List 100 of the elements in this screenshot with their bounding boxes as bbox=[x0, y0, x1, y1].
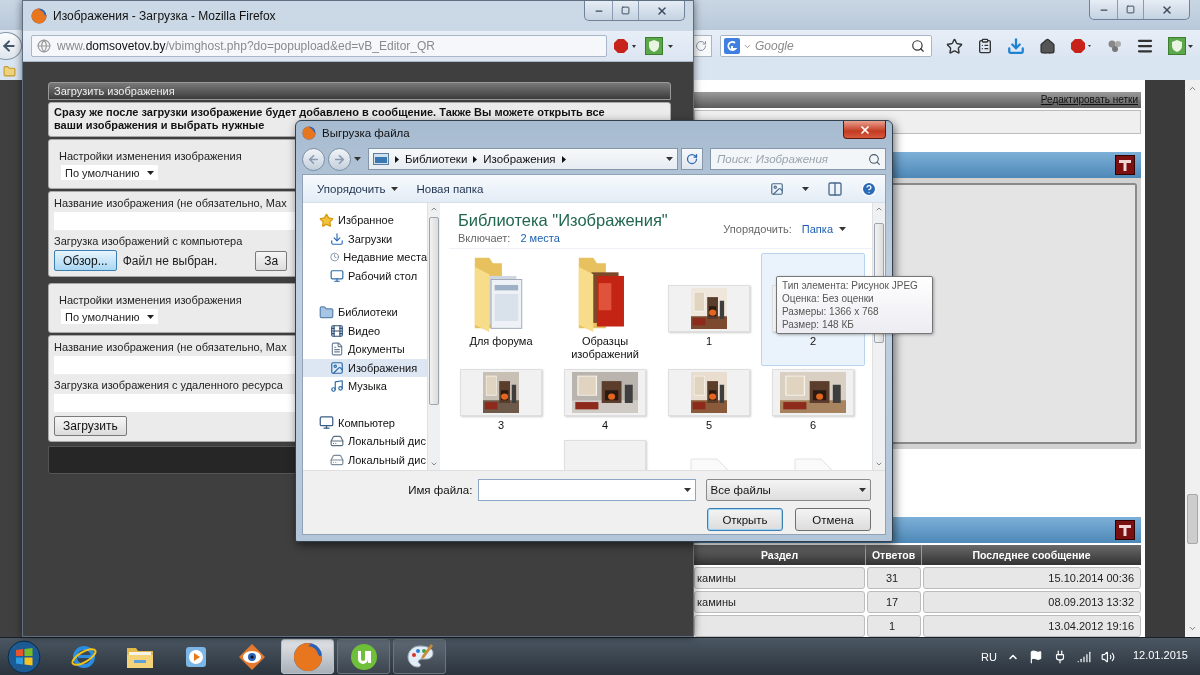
scroll-down-icon[interactable] bbox=[430, 460, 438, 468]
filename-field[interactable] bbox=[478, 479, 696, 501]
scroll-up-icon[interactable] bbox=[430, 205, 438, 213]
nav-item[interactable]: Загрузки bbox=[303, 229, 427, 248]
scroll-thumb[interactable] bbox=[429, 217, 439, 405]
nav-item[interactable]: Рабочий стол bbox=[303, 266, 427, 285]
address-field[interactable]: www.domsovetov.by/vbimghost.php?do=popupload&ed=vB_Editor_QR bbox=[31, 35, 607, 57]
file-item[interactable]: 5 bbox=[657, 366, 761, 437]
shield-icon[interactable] bbox=[1168, 37, 1194, 55]
close-icon bbox=[655, 4, 668, 17]
arrow-icon bbox=[473, 155, 478, 163]
refresh-icon bbox=[686, 153, 698, 165]
file-item[interactable]: 6 bbox=[761, 366, 865, 437]
toggle-icon[interactable] bbox=[1115, 520, 1135, 541]
upload-button[interactable]: За bbox=[255, 250, 288, 271]
close-button[interactable] bbox=[843, 121, 886, 139]
nav-item[interactable]: Избранное bbox=[303, 211, 427, 230]
signal-icon[interactable] bbox=[1076, 649, 1091, 664]
stop-sign-icon[interactable] bbox=[613, 38, 639, 54]
filetype-select[interactable]: Все файлы bbox=[705, 479, 871, 501]
upload-button[interactable]: Загрузить bbox=[54, 416, 127, 436]
breadcrumb-item[interactable]: Библиотеки bbox=[405, 153, 468, 165]
search-engine-icon bbox=[724, 38, 740, 54]
library-title: Библиотека "Изображения" bbox=[458, 211, 668, 229]
notice-text: Сразу же после загрузки изображение будет добавлено в сообщение. Также Вы можете открыть все bbox=[54, 106, 605, 119]
nav-item[interactable]: Изображения bbox=[303, 358, 427, 377]
nav-item[interactable]: Музыка bbox=[303, 377, 427, 396]
menu-icon[interactable] bbox=[1136, 37, 1154, 55]
clipboard-icon[interactable] bbox=[977, 38, 993, 54]
toggle-icon[interactable] bbox=[1115, 154, 1135, 175]
refresh-button[interactable] bbox=[681, 148, 703, 170]
volume-icon[interactable] bbox=[1100, 649, 1115, 664]
scroll-up-icon[interactable] bbox=[875, 205, 883, 213]
scroll-thumb[interactable] bbox=[1187, 493, 1198, 544]
file-item[interactable]: Для форума bbox=[449, 253, 553, 366]
bookmark-star-icon[interactable] bbox=[946, 37, 963, 55]
filename-label: Имя файла: bbox=[407, 484, 473, 496]
file-item[interactable]: Образцы изображений bbox=[553, 253, 657, 366]
nav-item[interactable]: Компьютер bbox=[303, 413, 427, 432]
nav-item[interactable]: Локальный дис bbox=[303, 450, 427, 469]
includes-label: Включает: bbox=[458, 232, 511, 244]
maximize-icon bbox=[621, 6, 630, 15]
open-button[interactable]: Открыть bbox=[707, 508, 783, 531]
scroll-up-icon[interactable] bbox=[1188, 84, 1197, 93]
stop-sign-icon[interactable] bbox=[1070, 38, 1094, 54]
nav-item[interactable]: Документы bbox=[303, 340, 427, 359]
globe-icon bbox=[292, 641, 323, 672]
browse-button[interactable]: Обзор... bbox=[54, 250, 117, 271]
nav-item[interactable]: Локальный дис bbox=[303, 432, 427, 451]
tooltip-line: Размер: 148 КБ bbox=[782, 318, 855, 331]
document-icon bbox=[330, 342, 344, 357]
language-indicator[interactable]: RU bbox=[981, 650, 997, 663]
preview-pane-icon[interactable] bbox=[827, 180, 843, 197]
start-orb-icon bbox=[7, 639, 41, 674]
dialog-title: Выгрузка файла bbox=[322, 127, 411, 139]
forward-button[interactable] bbox=[328, 147, 351, 171]
search-field[interactable]: Google bbox=[720, 35, 932, 57]
file-item[interactable]: 1 bbox=[657, 253, 761, 366]
scroll-down-icon[interactable] bbox=[1188, 624, 1197, 633]
clock-date[interactable]: 12.01.2015 bbox=[1132, 649, 1188, 661]
nav-item[interactable]: Видео bbox=[303, 321, 427, 340]
circles-icon[interactable] bbox=[1108, 39, 1122, 53]
caret-icon bbox=[147, 314, 155, 319]
flag-icon[interactable] bbox=[1028, 649, 1043, 664]
new-folder-button[interactable]: Новая папка bbox=[416, 182, 484, 195]
start-button[interactable] bbox=[4, 638, 44, 675]
url-text: www.domsovetov.by/vbimghost.php?do=popupload&ed=vB_Editor_QR bbox=[57, 39, 436, 53]
file-item[interactable]: 3 bbox=[449, 366, 553, 437]
window-title: Изображения - Загрузка - Mozilla Firefox bbox=[53, 9, 277, 23]
column-header: Ответов bbox=[865, 545, 921, 566]
taskbar-app[interactable] bbox=[393, 639, 446, 674]
nav-item[interactable]: Библиотеки bbox=[303, 303, 427, 322]
arrange-dropdown[interactable]: Папка bbox=[801, 223, 846, 235]
resize-select[interactable]: По умолчанию bbox=[61, 165, 159, 180]
table-cell: камины bbox=[694, 567, 865, 590]
view-icon[interactable] bbox=[770, 181, 784, 196]
scroll-down-icon[interactable] bbox=[875, 460, 883, 468]
taskbar-app[interactable] bbox=[337, 639, 390, 674]
arrow-icon bbox=[561, 155, 566, 163]
help-icon[interactable] bbox=[861, 180, 877, 197]
breadcrumb-item[interactable]: Изображения bbox=[483, 153, 556, 165]
nav-item[interactable]: Недавние места bbox=[303, 248, 427, 267]
table-cell: 15.10.2014 00:36 bbox=[923, 567, 1141, 590]
resize-select[interactable]: По умолчанию bbox=[61, 309, 159, 324]
notice-text: ваши изображения и выбрать нужные bbox=[54, 119, 265, 132]
cancel-button[interactable]: Отмена bbox=[795, 508, 871, 531]
settings-label: Настройки изменения изображения bbox=[59, 293, 242, 307]
edit-tags-link[interactable]: Редактировать нетки bbox=[1040, 94, 1138, 106]
download-icon[interactable] bbox=[1007, 37, 1025, 55]
globe-icon bbox=[37, 39, 51, 53]
shield-icon[interactable] bbox=[645, 37, 675, 55]
caret-icon bbox=[147, 170, 155, 175]
monitor-icon bbox=[330, 268, 344, 283]
home-icon[interactable] bbox=[1039, 37, 1056, 55]
caret-icon bbox=[859, 488, 866, 492]
organize-button[interactable]: Упорядочить bbox=[317, 182, 399, 195]
column-header: Раздел bbox=[759, 548, 800, 564]
file-item[interactable]: 4 bbox=[553, 366, 657, 437]
locations-link[interactable]: 2 места bbox=[520, 232, 560, 244]
drive-icon bbox=[330, 452, 344, 467]
